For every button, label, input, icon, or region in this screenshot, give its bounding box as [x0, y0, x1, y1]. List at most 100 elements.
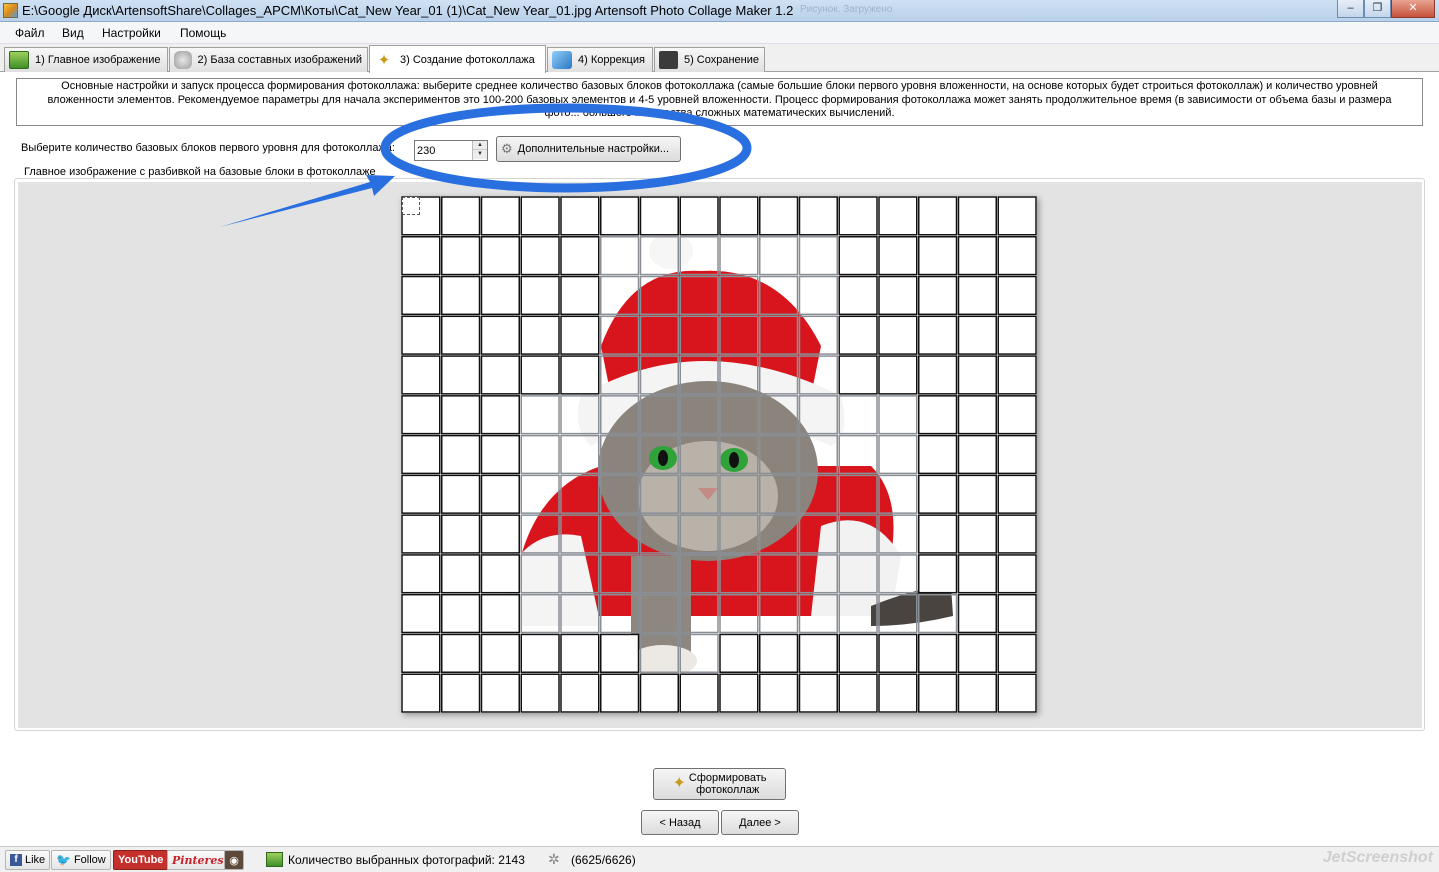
- grid-block: [679, 633, 719, 673]
- grid-block: [600, 355, 640, 395]
- grid-block: [918, 434, 958, 475]
- grid-block: [957, 434, 997, 475]
- grid-block: [997, 236, 1037, 276]
- grid-block: [918, 355, 958, 395]
- grid-block: [838, 355, 878, 395]
- grid-block: [639, 474, 679, 514]
- grid-block: [679, 434, 719, 475]
- like-label: Like: [25, 854, 46, 866]
- grid-block: [401, 355, 441, 395]
- grid-block: [600, 196, 640, 236]
- grid-block: [480, 514, 520, 554]
- grid-block: [838, 514, 878, 554]
- grid-block: [838, 593, 878, 634]
- grid-block: [441, 593, 481, 634]
- grid-block: [798, 474, 838, 514]
- grid-block: [719, 514, 759, 554]
- main-image-preview[interactable]: [401, 196, 1037, 713]
- advanced-settings-button[interactable]: ⚙ Дополнительные настройки...: [496, 136, 681, 162]
- generate-collage-button[interactable]: ✦ Сформировать фотоколлаж: [653, 768, 786, 800]
- grid-block: [838, 633, 878, 673]
- grid-block: [918, 275, 958, 316]
- selected-block[interactable]: [402, 197, 420, 215]
- grid-block: [639, 395, 679, 435]
- grid-block: [401, 633, 441, 673]
- grid-block: [918, 554, 958, 594]
- tab-image-database[interactable]: 2) База составных изображений: [169, 47, 368, 72]
- grid-block: [639, 514, 679, 554]
- grid-block: [679, 593, 719, 634]
- grid-block: [600, 514, 640, 554]
- grid-block: [997, 514, 1037, 554]
- grid-block: [441, 395, 481, 435]
- block-count-input[interactable]: [415, 141, 473, 160]
- grid-block: [997, 196, 1037, 236]
- grid-block: [878, 395, 918, 435]
- magic-wand-icon: ✦: [377, 51, 391, 69]
- grid-block: [997, 315, 1037, 355]
- close-button[interactable]: ✕: [1391, 0, 1435, 18]
- grid-block: [560, 593, 600, 634]
- grid-block: [679, 355, 719, 395]
- follow-label: Follow: [73, 854, 106, 866]
- menu-settings[interactable]: Настройки: [102, 26, 161, 40]
- grid-block: [997, 593, 1037, 634]
- menu-view[interactable]: Вид: [62, 26, 84, 40]
- grid-block: [480, 196, 520, 236]
- twitter-follow-button[interactable]: 🐦 Follow: [51, 850, 111, 870]
- grid-block: [957, 554, 997, 594]
- grid-block: [679, 315, 719, 355]
- tab-create-collage[interactable]: ✦ 3) Создание фотоколлажа: [369, 45, 546, 73]
- youtube-button[interactable]: YouTube: [113, 850, 169, 870]
- grid-block: [639, 554, 679, 594]
- tab-main-image[interactable]: 1) Главное изображение: [4, 47, 168, 72]
- menu-file[interactable]: Файл: [15, 26, 45, 40]
- grid-block: [918, 673, 958, 713]
- grid-block: [600, 673, 640, 713]
- menu-help[interactable]: Помощь: [180, 26, 226, 40]
- minimize-button[interactable]: –: [1337, 0, 1364, 18]
- grid-block: [560, 514, 600, 554]
- spin-up-icon[interactable]: ▲: [473, 141, 487, 150]
- grid-block: [957, 315, 997, 355]
- grid-block: [798, 395, 838, 435]
- grid-block: [759, 275, 799, 316]
- grid-block: [639, 593, 679, 634]
- grid-block: [520, 395, 560, 435]
- back-button[interactable]: < Назад: [641, 810, 719, 835]
- grid-block: [639, 434, 679, 475]
- grid-block: [441, 196, 481, 236]
- grid-block: [679, 514, 719, 554]
- block-count-spinner[interactable]: ▲ ▼: [414, 140, 488, 161]
- grid-block: [957, 514, 997, 554]
- grid-block: [441, 633, 481, 673]
- grid-block: [679, 275, 719, 316]
- spin-down-icon[interactable]: ▼: [473, 150, 487, 159]
- grid-block: [997, 554, 1037, 594]
- grid-block: [441, 275, 481, 316]
- maximize-button[interactable]: ❐: [1364, 0, 1391, 18]
- grid-block: [401, 593, 441, 634]
- tab-strip: 1) Главное изображение 2) База составных…: [0, 44, 1439, 73]
- grid-block: [918, 196, 958, 236]
- grid-block: [639, 315, 679, 355]
- grid-block: [441, 315, 481, 355]
- grid-block: [480, 315, 520, 355]
- tab-content: Основные настройки и запуск процесса фор…: [0, 72, 1439, 846]
- tab-correction[interactable]: 4) Коррекция: [547, 47, 653, 72]
- tab-save[interactable]: 5) Сохранение: [654, 47, 765, 72]
- grid-block: [520, 236, 560, 276]
- image-icon: [9, 51, 29, 69]
- next-button[interactable]: Далее >: [721, 810, 799, 835]
- grid-block: [560, 395, 600, 435]
- instagram-button[interactable]: ◉: [224, 850, 244, 870]
- grid-block: [719, 196, 759, 236]
- grid-block: [639, 633, 679, 673]
- grid-block: [759, 554, 799, 594]
- title-bar: E:\Google Диск\ArtensoftShare\Collages_A…: [0, 0, 1439, 22]
- tab-label: 5) Сохранение: [683, 54, 759, 66]
- grid-block: [639, 355, 679, 395]
- grid-block: [560, 633, 600, 673]
- grid-block: [719, 275, 759, 316]
- facebook-like-button[interactable]: f Like: [5, 850, 51, 870]
